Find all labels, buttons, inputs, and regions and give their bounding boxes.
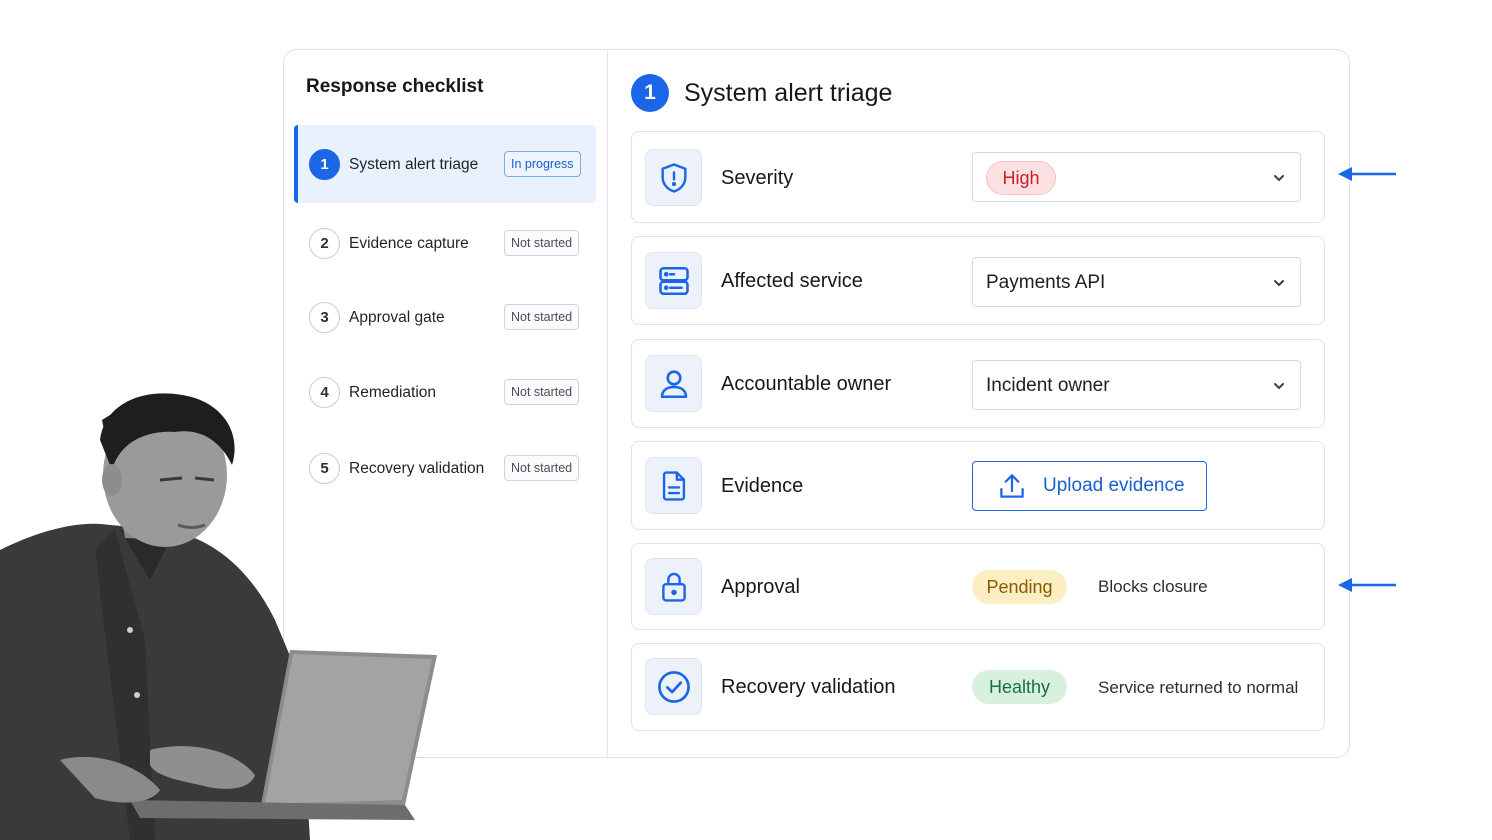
approval-status-badge: Pending: [972, 570, 1067, 604]
severity-label: Severity: [721, 167, 794, 189]
accountable-owner-select[interactable]: Incident owner: [972, 360, 1301, 410]
check-circle-icon: [645, 658, 702, 715]
chevron-down-icon: [1274, 175, 1284, 181]
evidence-row: Evidence Upload evidence: [631, 441, 1325, 530]
accountable-owner-value: Incident owner: [986, 375, 1110, 396]
affected-service-select[interactable]: Payments API: [972, 257, 1301, 307]
affected-service-label: Affected service: [721, 270, 863, 292]
recovery-validation-label: Recovery validation: [721, 676, 896, 698]
chevron-down-icon: [1274, 280, 1284, 286]
step-label: Approval gate: [349, 309, 445, 326]
step-number: 1: [309, 149, 340, 180]
affected-service-row: Affected service Payments API: [631, 236, 1325, 325]
chevron-down-icon: [1274, 383, 1284, 389]
status-badge: Not started: [504, 304, 580, 330]
person-using-laptop-photo: [0, 393, 437, 840]
severity-high-pill: High: [986, 161, 1056, 195]
status-badge: In progress: [504, 151, 581, 177]
shield-alert-icon: [645, 149, 702, 206]
upload-icon: [1000, 474, 1024, 498]
step-number: 3: [309, 302, 340, 333]
approval-label: Approval: [721, 576, 800, 598]
affected-service-value: Payments API: [986, 272, 1106, 293]
upload-evidence-button[interactable]: Upload evidence: [972, 461, 1207, 511]
recovery-validation-row: Recovery validation Healthy Service retu…: [631, 643, 1325, 731]
user-icon: [645, 355, 702, 412]
recovery-note: Service returned to normal: [1098, 678, 1299, 697]
severity-row: Severity High: [631, 131, 1325, 223]
step-system-alert-triage[interactable]: 1 System alert triage In progress: [294, 125, 596, 203]
page-header: 1 System alert triage: [631, 74, 892, 112]
callout-arrow-left-icon: [1338, 167, 1396, 181]
status-badge: Not started: [504, 379, 580, 405]
step-number-badge: 1: [631, 74, 669, 112]
callout-arrow-left-icon: [1338, 578, 1396, 592]
page-title: System alert triage: [684, 78, 893, 107]
status-badge: Not started: [504, 230, 580, 256]
server-icon: [645, 252, 702, 309]
step-label: System alert triage: [349, 156, 479, 173]
step-label: Evidence capture: [349, 235, 469, 252]
document-icon: [645, 457, 702, 514]
step-evidence-capture[interactable]: 2 Evidence capture Not started: [294, 204, 596, 282]
step-approval-gate[interactable]: 3 Approval gate Not started: [294, 278, 596, 356]
recovery-status-badge: Healthy: [972, 670, 1067, 704]
severity-select[interactable]: High: [972, 152, 1301, 202]
step-number: 2: [309, 228, 340, 259]
evidence-label: Evidence: [721, 475, 804, 497]
accountable-owner-row: Accountable owner Incident owner: [631, 339, 1325, 428]
approval-row: Approval Pending Blocks closure: [631, 543, 1325, 630]
lock-icon: [645, 558, 702, 615]
upload-evidence-label: Upload evidence: [1043, 475, 1185, 496]
accountable-owner-label: Accountable owner: [721, 373, 892, 395]
approval-note: Blocks closure: [1098, 577, 1208, 596]
sidebar-title: Response checklist: [306, 76, 484, 97]
status-badge: Not started: [504, 455, 580, 481]
